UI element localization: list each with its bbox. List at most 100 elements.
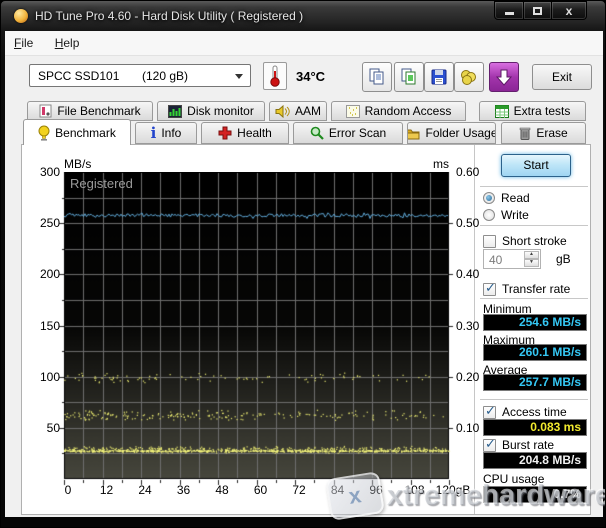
separator [480, 225, 588, 227]
drive-select[interactable]: SPCC SSD101 (120 gB) [29, 64, 251, 87]
write-label: Write [501, 208, 529, 222]
burst-rate-row[interactable]: Burst rate [483, 438, 554, 452]
menu-file[interactable]: File [5, 31, 42, 54]
minimize-button[interactable] [494, 1, 524, 20]
axis-tick-label: 250 [28, 216, 60, 230]
axis-tick-label: 0.30 [456, 319, 479, 333]
write-radio-row[interactable]: Write [483, 208, 529, 222]
short-stroke-row[interactable]: Short stroke [483, 234, 567, 248]
menu-help[interactable]: Help [46, 31, 89, 54]
thermometer-icon [269, 64, 281, 88]
capacity-value: 40 [489, 253, 502, 267]
left-axis-title: MB/s [64, 157, 91, 171]
magnifier-icon [310, 126, 324, 140]
read-radio[interactable] [483, 192, 495, 204]
tab-label: Benchmark [55, 126, 116, 140]
benchmark-chart-canvas [58, 172, 455, 487]
maximum-value: 260.1 MB/s [483, 344, 587, 361]
tab-info[interactable]: i Info [135, 122, 197, 144]
minimum-value: 254.6 MB/s [483, 314, 587, 331]
read-radio-row[interactable]: Read [483, 191, 530, 205]
save-screenshot-button[interactable] [394, 62, 424, 92]
write-radio[interactable] [483, 209, 495, 221]
axis-tick-label: 0.60 [456, 165, 479, 179]
spin-up-icon[interactable]: ▲ [524, 251, 539, 259]
tab-folder-usage[interactable]: Folder Usage [407, 122, 496, 144]
copy-image-icon [400, 68, 418, 86]
health-cross-icon [218, 126, 232, 140]
separator [480, 399, 588, 401]
info-icon: i [151, 126, 157, 140]
start-button[interactable]: Start [501, 154, 571, 177]
tab-label: Disk monitor [187, 104, 254, 118]
tab-file-benchmark[interactable]: File Benchmark [27, 101, 153, 121]
chevron-down-icon [235, 74, 243, 79]
close-button[interactable]: x [552, 1, 587, 20]
random-access-icon [346, 105, 360, 118]
tab-label: Erase [536, 126, 567, 140]
tab-label: Info [161, 126, 181, 140]
burst-rate-value: 204.8 MB/s [483, 452, 587, 469]
window-title: HD Tune Pro 4.60 - Hard Disk Utility ( R… [35, 9, 303, 23]
capacity-spinner[interactable]: 40 ▲ ▼ [483, 249, 541, 269]
axis-tick-label: 24 [125, 483, 165, 497]
tab-health[interactable]: Health [201, 122, 289, 144]
cpu-usage-value: 0.7% [483, 486, 587, 503]
speaker-icon [275, 105, 290, 118]
axis-tick-label: 0.20 [456, 370, 479, 384]
title-bar: HD Tune Pro 4.60 - Hard Disk Utility ( R… [1, 1, 605, 31]
temperature-indicator [263, 62, 287, 90]
tab-random-access[interactable]: Random Access [331, 101, 466, 121]
axis-tick-label: 108 [395, 483, 435, 497]
transfer-rate-row[interactable]: Transfer rate [483, 282, 570, 296]
tab-aam[interactable]: AAM [269, 101, 327, 121]
update-button[interactable] [489, 62, 519, 92]
axis-tick-label: 12 [87, 483, 127, 497]
copy-screenshot-button[interactable] [362, 62, 392, 92]
tab-error-scan[interactable]: Error Scan [293, 122, 403, 144]
coins-icon [460, 68, 478, 86]
exit-button[interactable]: Exit [532, 64, 592, 90]
tab-benchmark[interactable]: Benchmark [23, 119, 131, 145]
access-time-checkbox[interactable] [483, 406, 496, 419]
axis-tick-label: 60 [241, 483, 281, 497]
short-stroke-checkbox[interactable] [483, 235, 496, 248]
axis-tick-label: 0.10 [456, 421, 479, 435]
transfer-rate-checkbox[interactable] [483, 283, 496, 296]
registered-watermark: Registered [70, 176, 133, 191]
donate-button[interactable] [454, 62, 484, 92]
maximize-button[interactable] [524, 1, 552, 20]
app-icon [14, 9, 28, 23]
transfer-rate-label: Transfer rate [502, 282, 570, 296]
axis-tick-label: 0 [48, 483, 88, 497]
minimize-icon [505, 12, 514, 15]
tab-disk-monitor[interactable]: Disk monitor [157, 101, 265, 121]
burst-rate-checkbox[interactable] [483, 439, 496, 452]
tab-label: AAM [295, 104, 321, 118]
access-time-label: Access time [502, 405, 567, 419]
arrow-down-icon [496, 69, 512, 86]
access-time-row[interactable]: Access time [483, 405, 567, 419]
tab-label: Extra tests [514, 104, 571, 118]
axis-tick-label: 120gB [433, 483, 473, 497]
client-area: File Help SPCC SSD101 (120 gB) 34°C [5, 31, 603, 517]
separator [480, 186, 588, 188]
tab-erase[interactable]: Erase [501, 122, 586, 144]
extra-tests-icon [495, 105, 509, 118]
save-button[interactable] [424, 62, 454, 92]
separator [480, 298, 588, 300]
tab-label: Health [237, 126, 272, 140]
temperature-value: 34°C [296, 69, 325, 84]
axis-tick-label: 48 [202, 483, 242, 497]
spin-down-icon[interactable]: ▼ [524, 259, 539, 267]
disk-monitor-icon [168, 105, 182, 118]
close-icon: x [566, 4, 573, 18]
axis-tick-label: 72 [279, 483, 319, 497]
burst-rate-label: Burst rate [502, 438, 554, 452]
tab-extra-tests[interactable]: Extra tests [479, 101, 586, 121]
read-label: Read [501, 191, 530, 205]
axis-tick-label: 0.40 [456, 267, 479, 281]
tab-label: File Benchmark [57, 104, 140, 118]
copy-icon [368, 68, 386, 86]
access-time-value: 0.083 ms [483, 419, 587, 436]
